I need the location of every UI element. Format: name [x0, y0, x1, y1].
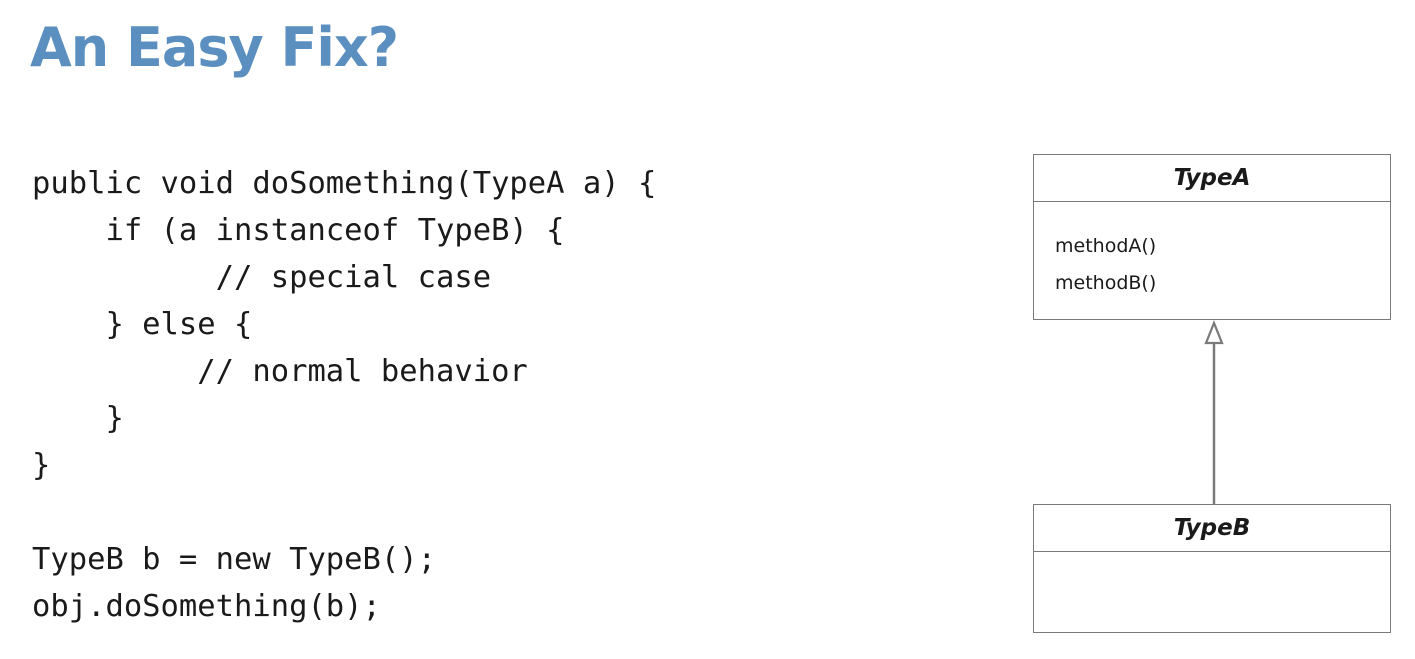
code-block: public void doSomething(TypeA a) { if (a… — [32, 160, 656, 630]
uml-class-type-a: TypeA methodA() methodB() — [1033, 154, 1391, 320]
code-line: if (a instanceof TypeB) { — [32, 213, 565, 248]
uml-methods-compartment: methodA() methodB() — [1034, 202, 1390, 302]
code-line: } — [32, 401, 124, 436]
uml-methods-compartment — [1034, 552, 1390, 578]
inheritance-arrow — [1204, 320, 1224, 504]
code-line: TypeB b = new TypeB(); — [32, 542, 436, 577]
slide: An Easy Fix? public void doSomething(Typ… — [0, 0, 1415, 659]
uml-class-type-b: TypeB — [1033, 504, 1391, 633]
uml-method: methodB() — [1055, 272, 1157, 294]
uml-class-name: TypeB — [1034, 505, 1390, 552]
code-line: // normal behavior — [32, 354, 528, 389]
hollow-triangle-icon — [1204, 320, 1224, 345]
code-line: public void doSomething(TypeA a) { — [32, 166, 657, 201]
uml-method: methodA() — [1055, 235, 1157, 257]
uml-class-name: TypeA — [1034, 155, 1390, 202]
code-line: obj.doSomething(b); — [32, 589, 381, 624]
slide-title: An Easy Fix? — [30, 16, 399, 79]
code-line: // special case — [32, 260, 492, 295]
code-line: } else { — [32, 307, 253, 342]
code-line: } — [32, 448, 51, 483]
